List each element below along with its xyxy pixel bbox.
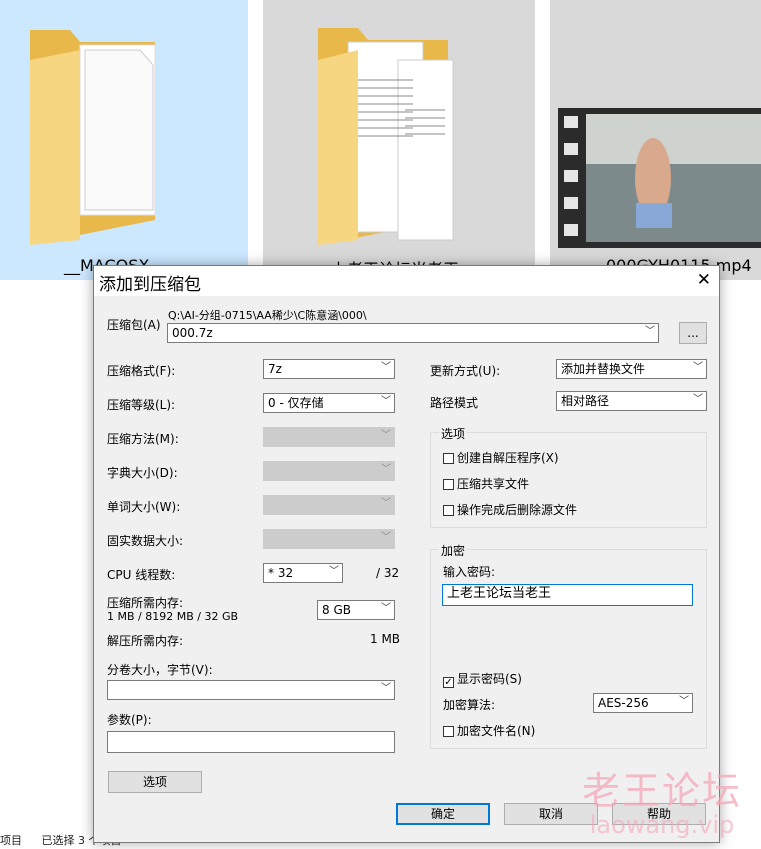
chevron-down-icon: ﹀ xyxy=(381,603,391,614)
encrypt-names-label: 加密文件名(N) xyxy=(457,724,536,738)
checkbox-icon xyxy=(443,726,454,737)
split-select[interactable]: ﹀ xyxy=(107,680,395,700)
mem-compress-detail: 1 MB / 8192 MB / 32 GB xyxy=(107,610,239,623)
shared-checkbox[interactable]: 压缩共享文件 xyxy=(443,475,529,492)
level-select[interactable]: 0 - 仅存储 ﹀ xyxy=(263,393,395,413)
options-group: 选项 创建自解压程序(X) 压缩共享文件 操作完成后删除源文件 xyxy=(430,425,707,528)
encrypt-names-checkbox[interactable]: 加密文件名(N) xyxy=(443,722,535,739)
chevron-down-icon: ﹀ xyxy=(381,430,391,441)
mem-compress-select[interactable]: 8 GB ﹀ xyxy=(317,600,395,620)
add-to-archive-dialog: 添加到压缩包 ✕ 压缩包(A) Q:\AI-分组-0715\AA稀少\C陈意涵\… xyxy=(93,265,720,843)
help-button[interactable]: 帮助 xyxy=(612,803,706,825)
dict-label: 字典大小(D): xyxy=(107,466,178,480)
chevron-down-icon: ﹀ xyxy=(381,683,391,694)
shared-label: 压缩共享文件 xyxy=(457,477,530,491)
params-input[interactable] xyxy=(107,731,395,753)
close-icon[interactable]: ✕ xyxy=(697,271,711,289)
browse-button[interactable]: ... xyxy=(679,322,707,344)
enc-method-label: 加密算法: xyxy=(443,698,496,712)
encryption-group: 加密 输入密码: 上老王论坛当老王 ✓ 显示密码(S) 加密算法: AES-256… xyxy=(430,542,707,749)
ok-button[interactable]: 确定 xyxy=(396,803,490,825)
password-input[interactable]: 上老王论坛当老王 xyxy=(442,584,693,606)
chevron-down-icon: ﹀ xyxy=(645,326,655,337)
chevron-down-icon: ﹀ xyxy=(329,566,339,577)
split-label: 分卷大小，字节(V): xyxy=(107,663,213,677)
cpu-label: CPU 线程数: xyxy=(107,568,176,582)
folder-icon xyxy=(30,30,156,245)
chevron-down-icon: ﹀ xyxy=(693,394,703,405)
mem-compress-value: 8 GB xyxy=(322,603,351,617)
update-select[interactable]: 添加并替换文件 ﹀ xyxy=(556,359,707,379)
format-select[interactable]: 7z ﹀ xyxy=(263,359,395,379)
sfx-checkbox[interactable]: 创建自解压程序(X) xyxy=(443,449,559,466)
level-label: 压缩等级(L): xyxy=(107,398,176,412)
pathmode-value: 相对路径 xyxy=(561,394,610,408)
status-items: 项目 xyxy=(0,834,22,847)
archive-path: Q:\AI-分组-0715\AA稀少\C陈意涵\000\ xyxy=(168,309,367,322)
password-label: 输入密码: xyxy=(443,565,496,579)
encryption-group-title: 加密 xyxy=(439,542,468,559)
delete-label: 操作完成后删除源文件 xyxy=(457,503,578,517)
solid-label: 固实数据大小: xyxy=(107,534,184,548)
options-group-title: 选项 xyxy=(439,425,468,442)
chevron-down-icon: ﹀ xyxy=(381,396,391,407)
format-label: 压缩格式(F): xyxy=(107,364,176,378)
file-tile-video[interactable]: 000GYH0115.mp4 xyxy=(550,0,761,280)
cpu-value: * 32 xyxy=(268,566,294,580)
checkmark-icon: ✓ xyxy=(443,677,454,688)
show-password-label: 显示密码(S) xyxy=(457,672,522,686)
archive-name-value: 000.7z xyxy=(172,326,213,340)
mem-decompress-label: 解压所需内存: xyxy=(107,634,184,648)
word-select: ﹀ xyxy=(263,495,395,515)
options-button[interactable]: 选项 xyxy=(108,771,202,793)
chevron-down-icon: ﹀ xyxy=(693,362,703,373)
delete-checkbox[interactable]: 操作完成后删除源文件 xyxy=(443,501,577,518)
cpu-select[interactable]: * 32 ﹀ xyxy=(263,563,343,583)
mem-decompress-value: 1 MB xyxy=(370,632,401,646)
format-value: 7z xyxy=(268,362,282,376)
pathmode-select[interactable]: 相对路径 ﹀ xyxy=(556,391,707,411)
chevron-down-icon: ﹀ xyxy=(381,362,391,373)
archive-name-combo[interactable]: 000.7z ﹀ xyxy=(167,323,659,343)
folder-icon xyxy=(318,28,454,245)
chevron-down-icon: ﹀ xyxy=(679,696,689,707)
chevron-down-icon: ﹀ xyxy=(381,464,391,475)
method-select: ﹀ xyxy=(263,427,395,447)
enc-method-value: AES-256 xyxy=(598,696,649,710)
title-bar: 添加到压缩包 ✕ xyxy=(94,266,719,296)
checkbox-icon xyxy=(443,505,454,516)
word-label: 单词大小(W): xyxy=(107,500,181,514)
update-label: 更新方式(U): xyxy=(430,364,501,378)
archive-label: 压缩包(A) xyxy=(107,318,161,332)
sfx-label: 创建自解压程序(X) xyxy=(457,451,559,465)
cpu-max: / 32 xyxy=(376,566,400,580)
dict-select: ﹀ xyxy=(263,461,395,481)
params-label: 参数(P): xyxy=(107,713,152,727)
checkbox-icon xyxy=(443,479,454,490)
method-label: 压缩方法(M): xyxy=(107,432,179,446)
update-value: 添加并替换文件 xyxy=(561,362,646,376)
file-tile-folder[interactable]: 上老王论坛当老王 xyxy=(263,0,535,280)
video-thumbnail-icon xyxy=(558,108,761,248)
chevron-down-icon: ﹀ xyxy=(381,532,391,543)
show-password-checkbox[interactable]: ✓ 显示密码(S) xyxy=(443,670,522,688)
mem-compress-label: 压缩所需内存: xyxy=(107,596,184,610)
cancel-button[interactable]: 取消 xyxy=(504,803,598,825)
dialog-title: 添加到压缩包 xyxy=(99,275,201,295)
solid-select: ﹀ xyxy=(263,529,395,549)
chevron-down-icon: ﹀ xyxy=(381,498,391,509)
enc-method-select[interactable]: AES-256 ﹀ xyxy=(593,693,693,713)
level-value: 0 - 仅存储 xyxy=(268,396,324,410)
file-tile-macosx[interactable]: __MACOSX xyxy=(0,0,248,280)
pathmode-label: 路径模式 xyxy=(430,396,479,410)
checkbox-icon xyxy=(443,453,454,464)
